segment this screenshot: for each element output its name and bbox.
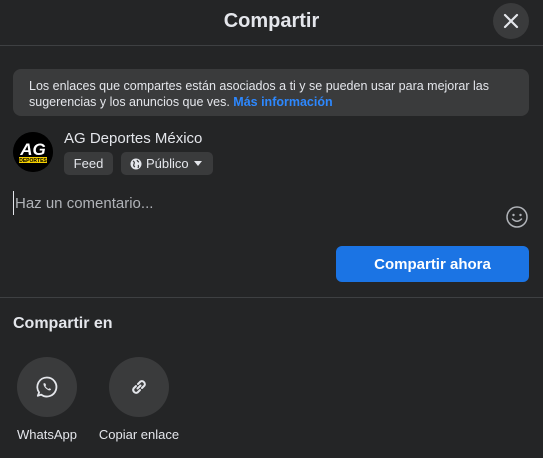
- share-now-button[interactable]: Compartir ahora: [336, 246, 529, 282]
- page-name: AG Deportes México: [64, 130, 203, 147]
- comment-input[interactable]: [13, 191, 493, 215]
- copy-link-label: Copiar enlace: [98, 427, 180, 442]
- svg-text:DEPORTES: DEPORTES: [19, 158, 47, 164]
- emoji-button[interactable]: [505, 205, 529, 229]
- privacy-selector[interactable]: Público: [121, 152, 213, 175]
- destination-selector[interactable]: Feed: [64, 152, 113, 175]
- avatar: AG DEPORTES: [13, 132, 53, 172]
- share-dialog: Compartir Los enlaces que compartes está…: [0, 0, 543, 458]
- share-whatsapp-option[interactable]: WhatsApp: [2, 357, 92, 442]
- whatsapp-button-circle[interactable]: [17, 357, 77, 417]
- link-icon: [132, 380, 146, 394]
- dialog-header: Compartir: [0, 0, 543, 46]
- section-divider: [0, 297, 543, 298]
- ag-deportes-logo: AG DEPORTES: [13, 132, 53, 172]
- copy-link-option[interactable]: Copiar enlace: [94, 357, 184, 442]
- privacy-label: Público: [146, 156, 189, 171]
- copy-link-button-circle[interactable]: [109, 357, 169, 417]
- privacy-notice: Los enlaces que compartes están asociado…: [13, 69, 529, 116]
- whatsapp-icon: [36, 376, 58, 398]
- smiley-icon: [506, 206, 528, 228]
- caret-down-icon: [193, 160, 202, 167]
- globe-icon: [130, 158, 142, 170]
- learn-more-link[interactable]: Más información: [233, 95, 332, 109]
- svg-text:AG: AG: [19, 140, 46, 159]
- share-in-title: Compartir en: [13, 315, 113, 332]
- close-button[interactable]: [493, 3, 529, 39]
- whatsapp-label: WhatsApp: [17, 427, 77, 442]
- destination-label: Feed: [73, 156, 104, 171]
- close-icon: [503, 13, 519, 29]
- dialog-title: Compartir: [223, 10, 320, 32]
